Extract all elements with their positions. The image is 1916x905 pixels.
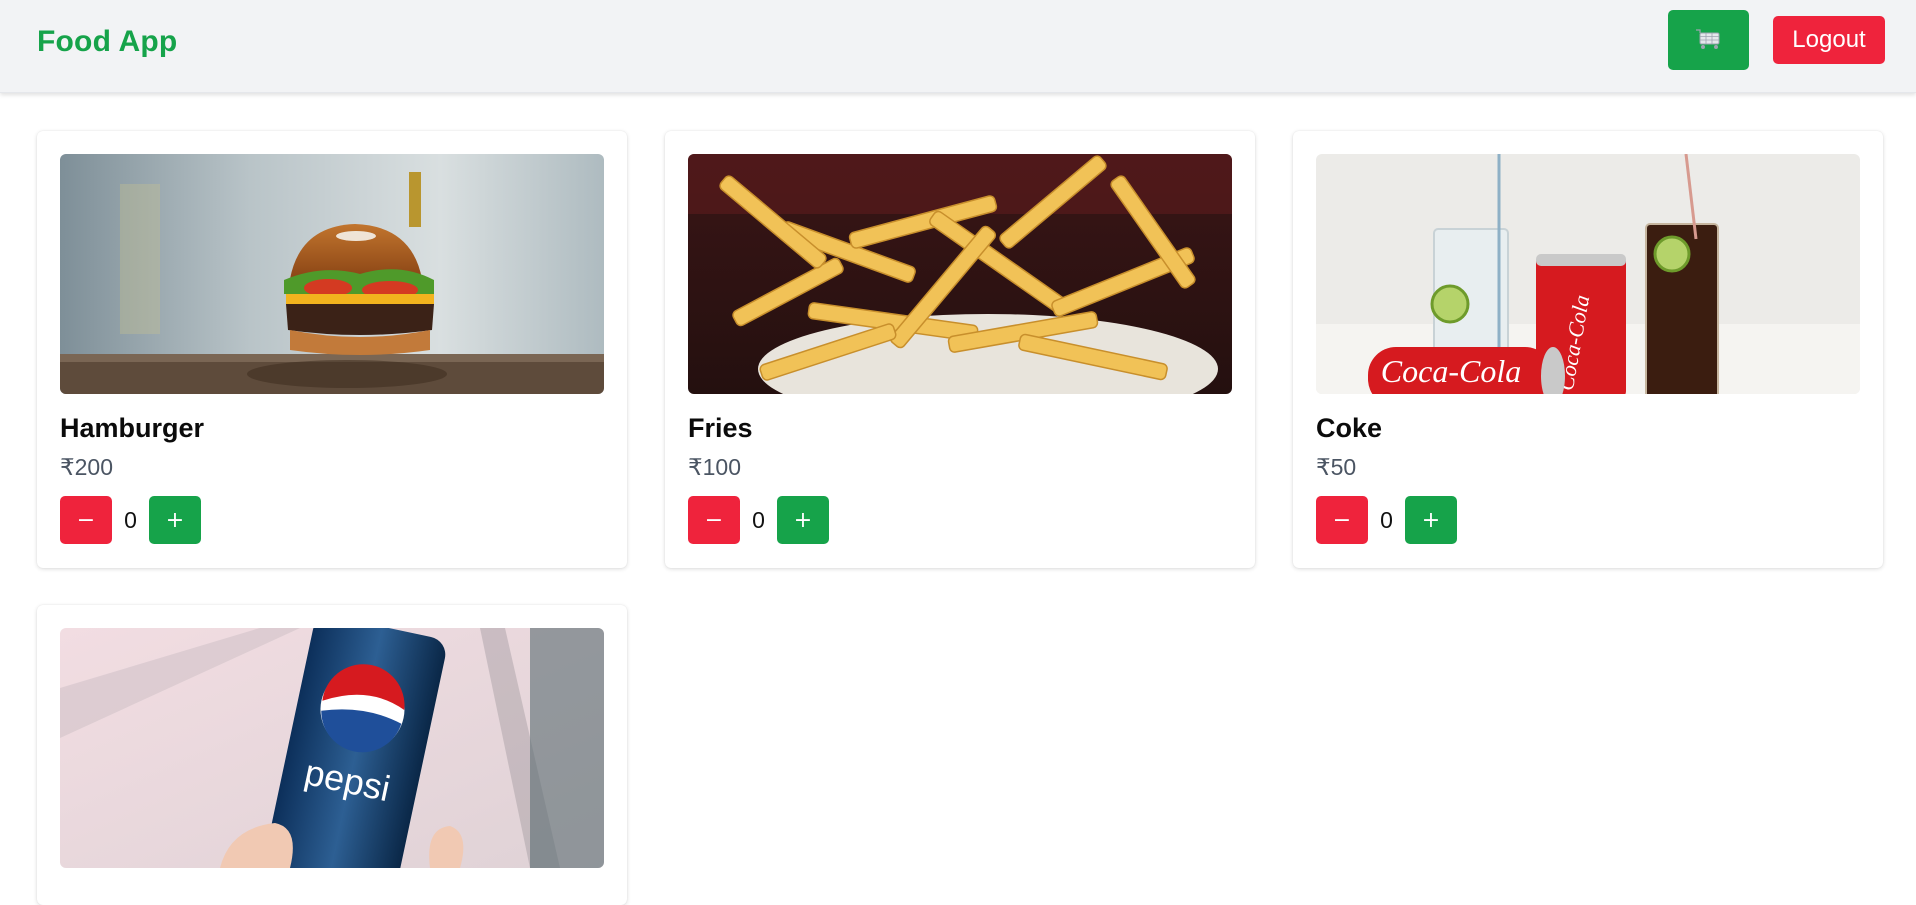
shopping-cart-icon [1695,27,1723,54]
quantity-value: 0 [752,506,765,533]
decrease-quantity-button[interactable]: − [1316,496,1368,544]
quantity-stepper: − 0 + [1316,496,1457,544]
increase-quantity-button[interactable]: + [777,496,829,544]
product-name: Fries [688,413,753,443]
coke-logo-horizontal: Coca-Cola [1381,353,1521,389]
hamburger-image [60,154,604,394]
fries-image [688,154,1232,394]
product-card-coke: Coca-Cola Coca-Cola Coke ₹50 − 0 + [1293,131,1883,568]
app-logo-title[interactable]: Food App [37,24,177,60]
increase-quantity-button[interactable]: + [1405,496,1457,544]
top-navbar: Food App Logout [0,0,1916,93]
logout-button[interactable]: Logout [1773,16,1885,64]
pepsi-image: pepsi [60,628,604,868]
product-card-pepsi: pepsi [37,605,627,905]
product-price: ₹50 [1316,454,1357,480]
product-card-fries: Fries ₹100 − 0 + [665,131,1255,568]
increase-quantity-button[interactable]: + [149,496,201,544]
product-price: ₹100 [688,454,742,480]
product-name: Hamburger [60,413,205,443]
product-price: ₹200 [60,454,114,480]
quantity-stepper: − 0 + [688,496,829,544]
quantity-value: 0 [124,506,137,533]
quantity-value: 0 [1380,506,1393,533]
product-name: Coke [1316,413,1383,443]
quantity-stepper: − 0 + [60,496,201,544]
cart-button[interactable] [1668,10,1749,70]
decrease-quantity-button[interactable]: − [60,496,112,544]
product-card-hamburger: Hamburger ₹200 − 0 + [37,131,627,568]
coke-image: Coca-Cola Coca-Cola [1316,154,1860,394]
decrease-quantity-button[interactable]: − [688,496,740,544]
